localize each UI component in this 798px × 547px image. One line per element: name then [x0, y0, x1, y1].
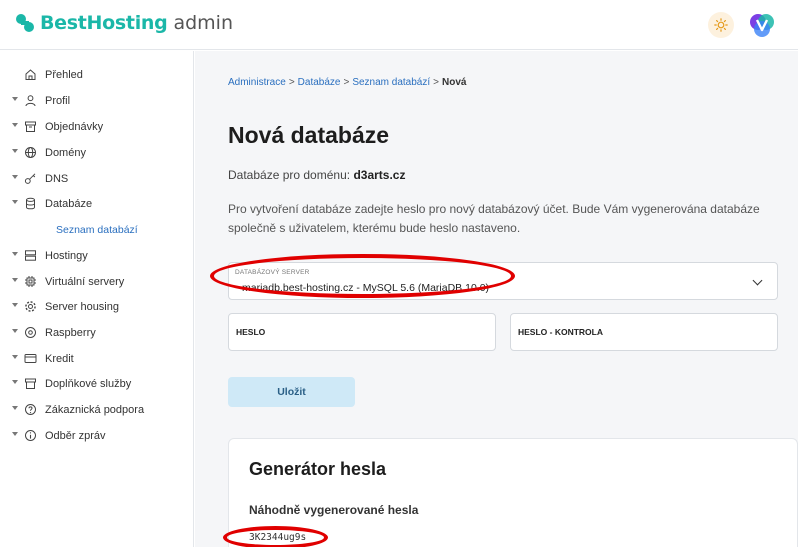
sidebar-item-databaze[interactable]: Databáze [0, 193, 194, 215]
password-field-wrapper [228, 313, 496, 351]
theme-toggle-button[interactable] [708, 12, 734, 38]
caret-down-icon [12, 175, 18, 179]
server-icon [25, 250, 36, 261]
target-icon [25, 327, 36, 338]
breadcrumb-separator: > [288, 77, 295, 88]
sidebar-item-label: Raspberry [45, 327, 96, 339]
sidebar-item-label: Kredit [45, 353, 74, 365]
logo-mark-icon [16, 14, 34, 32]
main-content: Administrace > Databáze > Seznam databází > No… [195, 51, 798, 547]
breadcrumb-link-administrace[interactable]: Administrace [228, 77, 286, 88]
sidebar-item-server-housing[interactable]: Server housing [0, 296, 194, 318]
password-input[interactable] [229, 314, 495, 350]
domain-prefix: Databáze pro doménu: [228, 168, 351, 182]
caret-down-icon [12, 303, 18, 307]
sidebar-item-virtualni-servery[interactable]: Virtuální servery [0, 271, 194, 293]
caret-down-icon [12, 97, 18, 101]
breadcrumb-separator: > [343, 77, 350, 88]
sidebar-item-label: Zákaznická podpora [45, 404, 145, 416]
sidebar-item-label: Profil [45, 95, 71, 107]
logo[interactable]: BestHosting admin [14, 12, 233, 34]
sidebar-item-raspberry[interactable]: Raspberry [0, 322, 194, 344]
user-icon [25, 95, 36, 107]
sidebar-item-label: Odběr zpráv [45, 430, 106, 442]
generator-title: Generátor hesla [249, 459, 387, 479]
home-icon [25, 69, 36, 80]
sidebar-item-hostingy[interactable]: Hostingy [0, 245, 194, 267]
sidebar-item-label: Server housing [45, 301, 119, 313]
sidebar-item-label: Doplňkové služby [45, 378, 132, 390]
caret-down-icon [12, 355, 18, 359]
database-server-value: mariadb.best-hosting.cz - MySQL 5.6 (Mar… [242, 282, 490, 294]
info-icon [25, 430, 36, 441]
database-icon [26, 197, 35, 210]
breadcrumb-link-seznam-databazi[interactable]: Seznam databází [352, 77, 430, 88]
chevron-down-icon [752, 275, 763, 286]
caret-down-icon [12, 123, 18, 127]
sidebar-item-profil[interactable]: Profil [0, 90, 194, 112]
breadcrumb-current: Nová [441, 77, 467, 88]
sidebar-item-label: Objednávky [45, 121, 104, 133]
breadcrumb: Administrace > Databáze > Seznam databází > No… [228, 77, 466, 88]
breadcrumb-separator: > [433, 77, 439, 88]
sidebar-item-dns[interactable]: DNS [0, 168, 194, 190]
avatar[interactable] [748, 11, 776, 39]
gear-icon [25, 301, 36, 312]
logo-suffix-text: admin [173, 12, 233, 34]
domain-line: Databáze pro doménu: d3arts.cz [228, 168, 405, 182]
caret-down-icon [12, 278, 18, 282]
page-description: Pro vytvoření databáze zadejte heslo pro… [228, 202, 760, 235]
sidebar-item-label: DNS [45, 173, 69, 185]
save-button[interactable]: Uložit [228, 377, 355, 407]
sidebar-subitem-seznam-databazi[interactable]: Seznam databází [56, 224, 138, 236]
password-confirm-input[interactable] [511, 314, 777, 350]
sidebar-item-zakaznicka-podpora[interactable]: Zákaznická podpora [0, 399, 194, 421]
database-server-select[interactable]: Databázový server mariadb.best-hosting.c… [228, 262, 778, 300]
chip-icon [25, 276, 36, 287]
sidebar-item-label: Databáze [45, 198, 93, 210]
sidebar-item-label: Hostingy [45, 250, 88, 262]
generator-subtitle: Náhodně vygenerované hesla [249, 503, 419, 517]
box-icon [25, 378, 36, 389]
sidebar-item-odber-zprav[interactable]: Odběr zpráv [0, 425, 194, 447]
sidebar-item-doplnkove-sluzby[interactable]: Doplňkové služby [0, 373, 194, 395]
caret-down-icon [12, 149, 18, 153]
logo-brand-text: BestHosting [40, 12, 168, 34]
caret-down-icon [12, 432, 18, 436]
domain-name: d3arts.cz [353, 168, 406, 182]
sidebar-item-label: Virtuální servery [45, 276, 125, 288]
caret-down-icon [12, 200, 18, 204]
caret-down-icon [12, 252, 18, 256]
database-server-label: Databázový server [235, 269, 310, 276]
sidebar-item-label: Domény [45, 147, 86, 159]
caret-down-icon [12, 406, 18, 410]
password-generator-card: Generátor hesla Náhodně vygenerované hes… [228, 438, 798, 547]
caret-down-icon [12, 329, 18, 333]
top-bar: BestHosting admin [0, 0, 798, 50]
breadcrumb-link-databaze[interactable]: Databáze [298, 77, 341, 88]
generated-password[interactable]: 3K2344ug9s [249, 532, 306, 543]
sidebar-item-domeny[interactable]: Domény [0, 142, 194, 164]
sidebar-item-prehled[interactable]: Přehled [0, 64, 194, 86]
sun-icon [714, 18, 728, 32]
key-icon [24, 173, 36, 184]
password-confirm-field-wrapper [510, 313, 778, 351]
credit-card-icon [24, 354, 37, 363]
help-icon [25, 404, 36, 415]
sidebar-item-label: Přehled [45, 69, 83, 81]
globe-icon [25, 147, 36, 158]
sidebar: Přehled Profil Objednávky Domény DNS Dat… [0, 51, 194, 547]
page-title: Nová databáze [228, 122, 390, 148]
sidebar-item-kredit[interactable]: Kredit [0, 348, 194, 370]
sidebar-item-objednavky[interactable]: Objednávky [0, 116, 194, 138]
caret-down-icon [12, 380, 18, 384]
archive-icon [25, 121, 36, 132]
